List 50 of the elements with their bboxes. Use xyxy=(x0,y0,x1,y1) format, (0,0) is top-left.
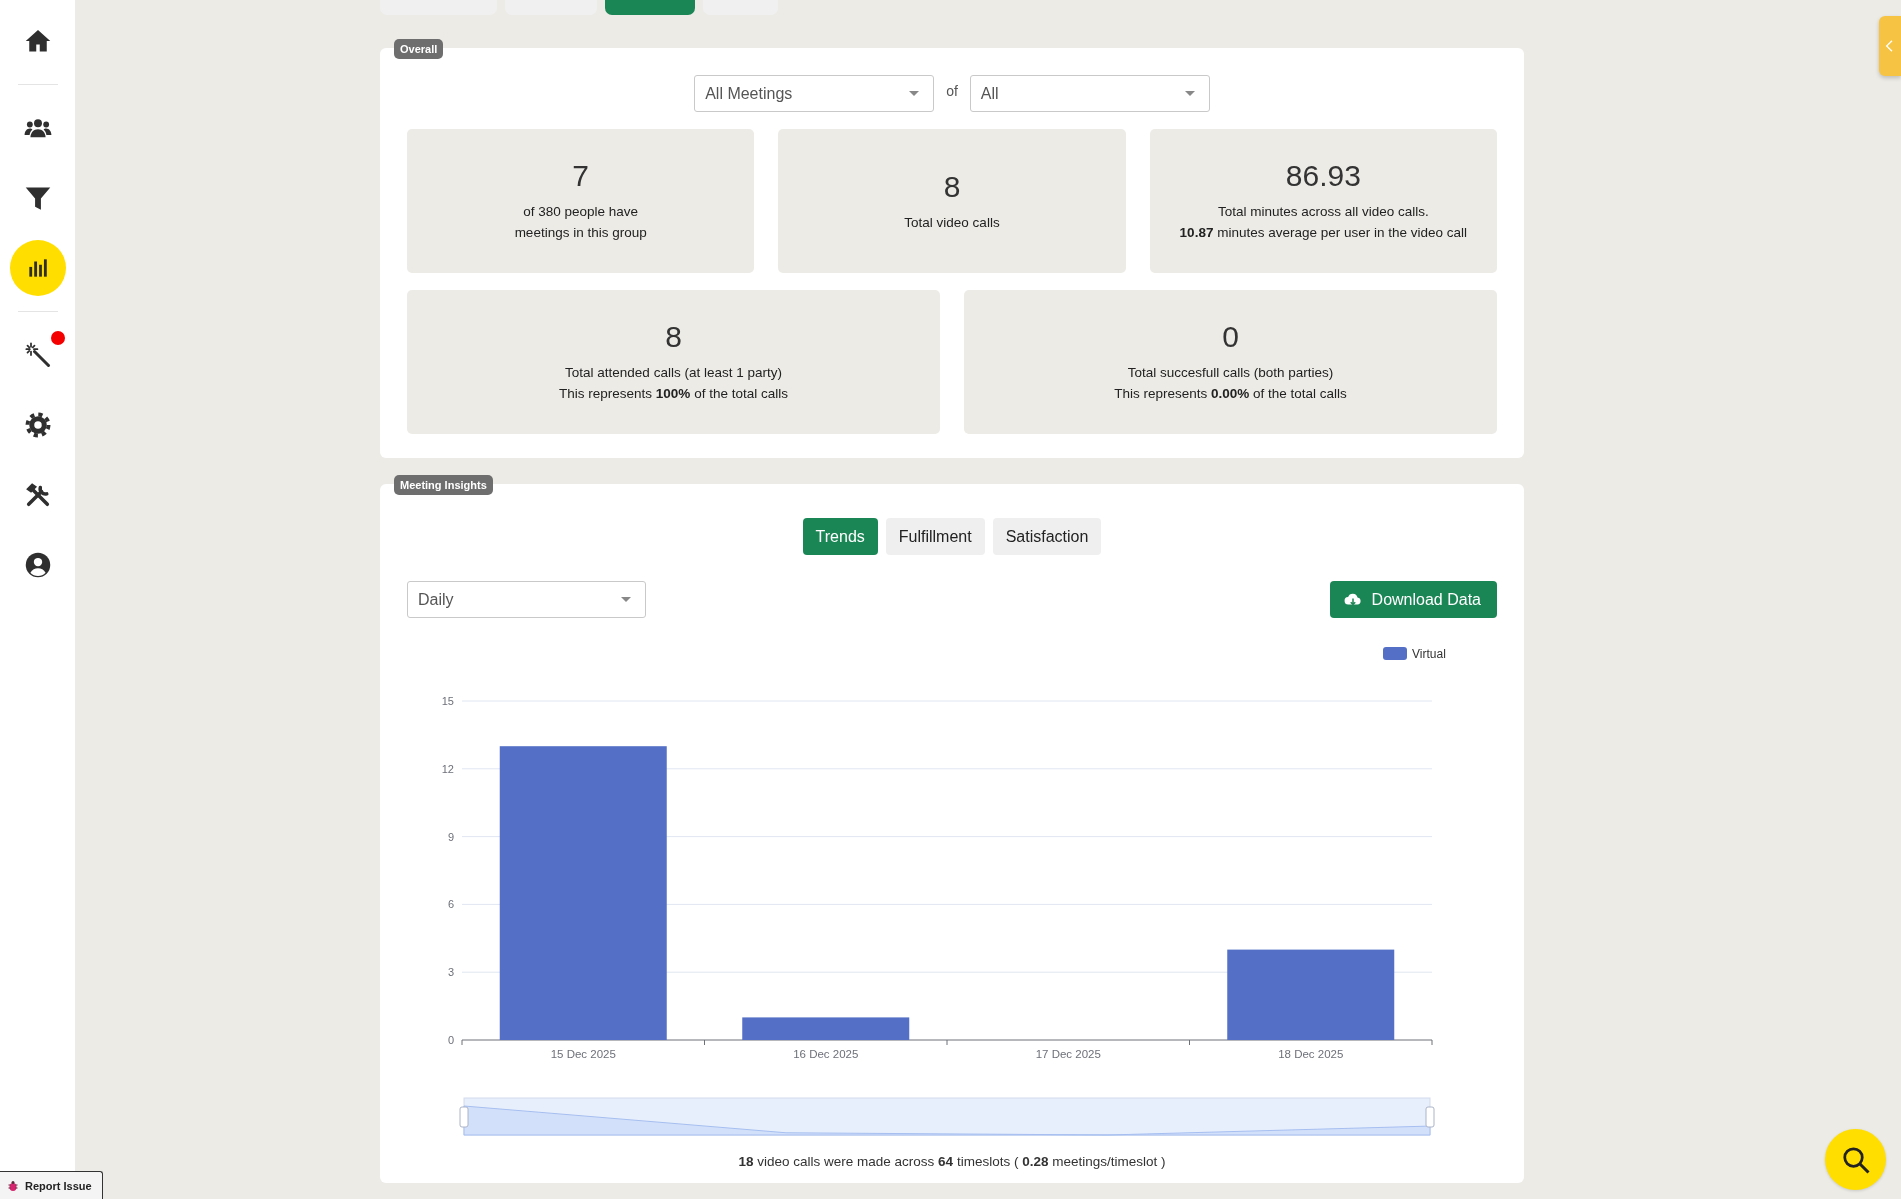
legend-label: Virtual xyxy=(1412,647,1446,661)
home-icon xyxy=(23,27,52,55)
stat-value: 8 xyxy=(665,320,682,354)
summary-text: 18 video calls were made across 64 timeslots ( 0.28 meetings/timeslot ) xyxy=(737,1154,1167,1169)
connector-label: of xyxy=(946,83,958,99)
axis-label: 6 xyxy=(447,898,454,911)
tab[interactable]: Satisfaction xyxy=(992,518,1102,555)
axis-label: 3 xyxy=(447,966,454,979)
section-label: Meeting Insights xyxy=(394,475,493,495)
axis-label: 9 xyxy=(447,830,454,843)
axis-label: 17 Dec 2025 xyxy=(1035,1048,1101,1060)
stat-description: meetings in this group xyxy=(514,224,647,242)
bug-icon xyxy=(7,1179,19,1192)
stat-description: 10.87 minutes average per user in the video call xyxy=(1179,224,1468,242)
notification-dot xyxy=(50,331,65,345)
magic-wand-icon xyxy=(23,341,52,369)
dropdown[interactable]: Daily xyxy=(407,581,646,618)
stat-value: 7 xyxy=(572,159,589,193)
axis-label: 16 Dec 2025 xyxy=(793,1048,859,1060)
axis-label: 15 Dec 2025 xyxy=(550,1048,616,1060)
dropdown[interactable]: All Meetings xyxy=(694,75,935,112)
download-button[interactable]: Download Data xyxy=(1329,581,1497,618)
axis-label: 0 xyxy=(447,1034,454,1046)
stat-value: 86.93 xyxy=(1285,159,1361,193)
range-slider[interactable] xyxy=(459,1097,1435,1136)
dropdown[interactable]: All xyxy=(969,75,1210,112)
tab[interactable]: Fulfillment xyxy=(885,518,985,555)
stat-value: 8 xyxy=(943,169,961,204)
section-label: Overall xyxy=(394,39,444,59)
caret-icon xyxy=(1184,91,1195,96)
stat-value: 0 xyxy=(1222,320,1239,354)
search-button[interactable] xyxy=(1825,1129,1886,1190)
caret-icon xyxy=(909,91,920,96)
stat-description: of 380 people have xyxy=(523,203,639,221)
stat-description: Total attended calls (at least 1 party) xyxy=(565,364,782,382)
stat-description: Total succesfull calls (both parties) xyxy=(1127,364,1334,382)
report-issue-button[interactable]: Report Issue xyxy=(0,1171,103,1199)
axis-label: 12 xyxy=(441,762,454,775)
axis-label: 18 Dec 2025 xyxy=(1278,1048,1344,1060)
gear-icon xyxy=(23,411,52,439)
user-circle-icon xyxy=(23,551,52,579)
search-icon xyxy=(1840,1144,1871,1175)
axis-label: 15 xyxy=(441,695,454,707)
stat-description: This represents 0.00% of the total calls xyxy=(1114,385,1347,403)
stat-description: Total video calls xyxy=(904,213,1000,232)
tools-icon xyxy=(23,481,52,509)
caret-icon xyxy=(621,597,631,602)
stat-description: Total minutes across all video calls. xyxy=(1217,203,1429,221)
tab[interactable]: Trends xyxy=(802,518,878,555)
stat-description: This represents 100% of the total calls xyxy=(559,385,788,403)
